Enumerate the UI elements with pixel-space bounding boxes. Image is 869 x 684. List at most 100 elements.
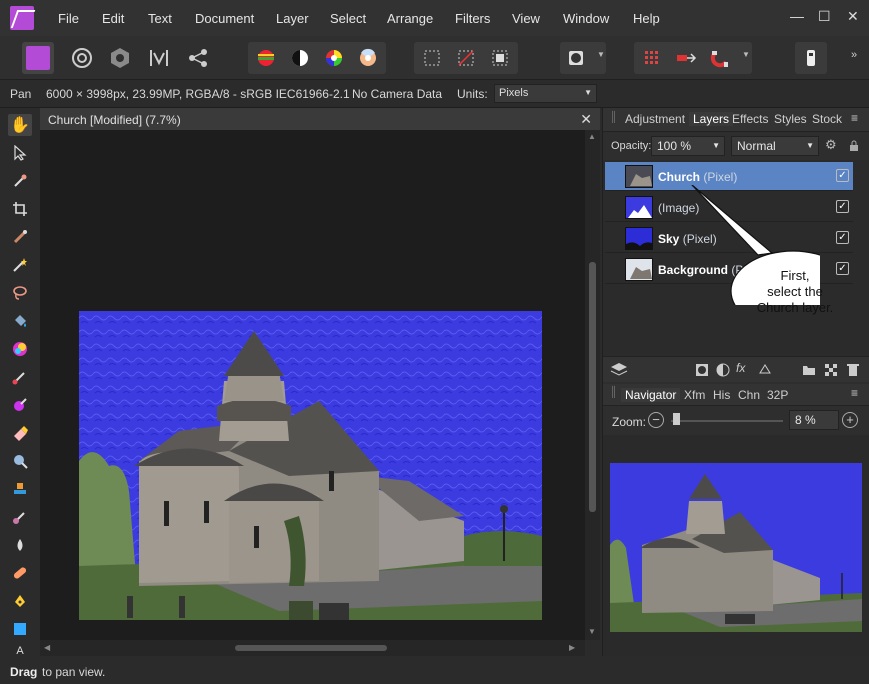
blur-brush-tool[interactable] [8, 534, 32, 556]
close-window-button[interactable]: ✕ [847, 8, 859, 25]
layer-visibility-checkbox[interactable]: ✓ [836, 169, 849, 182]
inpainting-brush-tool[interactable] [8, 562, 32, 584]
zoom-field[interactable]: 8 % [789, 410, 839, 430]
color-picker-tool[interactable] [8, 170, 32, 192]
quick-mask-button[interactable] [560, 42, 592, 74]
snapping-grid-button[interactable] [636, 42, 668, 74]
rectangle-tool[interactable] [8, 618, 32, 640]
erase-brush-tool[interactable] [8, 422, 32, 444]
smudge-brush-tool[interactable] [8, 506, 32, 528]
trash-icon[interactable] [847, 363, 859, 377]
deselect-button[interactable] [450, 42, 482, 74]
force-pixel-alignment-button[interactable] [670, 42, 702, 74]
hsl-button[interactable] [318, 42, 350, 74]
zoom-out-button[interactable]: − [648, 412, 664, 428]
menu-window[interactable]: Window [563, 11, 609, 26]
horizontal-scroll-thumb[interactable] [235, 645, 387, 651]
color-replacement-tool[interactable] [8, 394, 32, 416]
paint-brush-tool[interactable] [8, 366, 32, 388]
tab-layers[interactable]: Layers [689, 112, 734, 126]
gradient-tool[interactable] [8, 338, 32, 360]
toolbar-overflow-icon[interactable]: » [851, 49, 857, 61]
tab-channels[interactable]: Chn [738, 388, 760, 402]
menu-text[interactable]: Text [148, 11, 172, 26]
gear-icon[interactable]: ⚙ [825, 137, 837, 153]
tone-mapping-persona-button[interactable] [143, 42, 175, 74]
scroll-left-icon[interactable]: ◀ [44, 643, 50, 652]
mask-layer-icon[interactable] [695, 363, 709, 377]
panel-menu-icon[interactable]: ≡ [851, 386, 858, 400]
tab-adjustment[interactable]: Adjustment [625, 112, 685, 126]
assistant-button[interactable] [795, 42, 827, 74]
flood-fill-tool[interactable] [8, 310, 32, 332]
blend-mode-dropdown[interactable]: Normal ▼ [731, 136, 819, 156]
minimize-button[interactable]: — [790, 8, 804, 24]
menu-filters[interactable]: Filters [455, 11, 490, 26]
document-tab[interactable]: Church [Modified] (7.7%) ✕ [40, 108, 600, 130]
scroll-up-icon[interactable]: ▲ [588, 132, 596, 141]
tab-history[interactable]: His [713, 388, 730, 402]
white-balance-button[interactable] [352, 42, 384, 74]
units-dropdown[interactable]: Pixels ▼ [494, 84, 597, 103]
vertical-scroll-thumb[interactable] [589, 262, 596, 512]
tab-stock[interactable]: Stock [812, 112, 842, 126]
panel-menu-icon[interactable]: ≡ [851, 111, 858, 125]
view-tool[interactable]: ✋ [8, 114, 32, 136]
flood-select-tool[interactable] [8, 254, 32, 276]
invert-selection-button[interactable] [484, 42, 516, 74]
clone-brush-tool[interactable] [8, 478, 32, 500]
maximize-button[interactable]: ☐ [818, 8, 831, 25]
tab-effects[interactable]: Effects [732, 112, 768, 126]
tab-32bit-preview[interactable]: 32P [767, 388, 788, 402]
export-persona-button[interactable] [182, 42, 214, 74]
menu-file[interactable]: File [58, 11, 79, 26]
fx-icon[interactable]: fx [736, 361, 745, 375]
layers-stack-icon[interactable] [609, 362, 629, 378]
panel-grip-icon[interactable]: ║ [610, 387, 617, 398]
zoom-slider[interactable] [671, 420, 783, 422]
selection-brush-tool[interactable] [8, 226, 32, 248]
menu-arrange[interactable]: Arrange [387, 11, 433, 26]
crop-tool[interactable] [8, 198, 32, 220]
affinity-logo-icon[interactable] [10, 6, 34, 30]
folder-icon[interactable] [802, 364, 816, 376]
scroll-right-icon[interactable]: ▶ [569, 643, 575, 652]
new-pixel-layer-icon[interactable] [825, 364, 837, 376]
chevron-down-icon[interactable]: ▼ [742, 50, 750, 59]
chevron-down-icon[interactable]: ▼ [597, 50, 605, 59]
levels-button[interactable] [250, 42, 282, 74]
navigator-thumbnail[interactable] [610, 463, 862, 632]
menu-layer[interactable]: Layer [276, 11, 309, 26]
menu-view[interactable]: View [512, 11, 540, 26]
layer-visibility-checkbox[interactable]: ✓ [836, 231, 849, 244]
scroll-down-icon[interactable]: ▼ [588, 627, 596, 636]
develop-persona-button[interactable] [104, 42, 136, 74]
horizontal-scrollbar[interactable]: ◀ ▶ [40, 640, 585, 656]
menu-help[interactable]: Help [633, 11, 660, 26]
menu-select[interactable]: Select [330, 11, 366, 26]
menu-edit[interactable]: Edit [102, 11, 124, 26]
select-all-button[interactable] [416, 42, 448, 74]
photo-persona-button[interactable] [22, 42, 54, 74]
move-tool[interactable] [8, 142, 32, 164]
zoom-in-button[interactable]: + [842, 412, 858, 428]
tab-styles[interactable]: Styles [774, 112, 807, 126]
dodge-brush-tool[interactable] [8, 450, 32, 472]
liquify-persona-button[interactable] [66, 42, 98, 74]
close-document-icon[interactable]: ✕ [580, 111, 592, 128]
tab-navigator[interactable]: Navigator [621, 388, 681, 402]
lock-icon[interactable] [849, 140, 859, 152]
adjustment-layer-icon[interactable] [716, 363, 730, 377]
canvas[interactable] [40, 130, 585, 640]
pen-tool[interactable] [8, 590, 32, 612]
tab-transform[interactable]: Xfm [684, 388, 705, 402]
vertical-scrollbar[interactable]: ▲ ▼ [585, 130, 600, 640]
zoom-slider-handle[interactable] [673, 413, 680, 425]
opacity-field[interactable]: 100 % ▼ [651, 136, 725, 156]
panel-grip-icon[interactable]: ║ [610, 112, 617, 123]
freehand-selection-tool[interactable] [8, 282, 32, 304]
black-white-button[interactable] [284, 42, 316, 74]
text-tool[interactable]: A [8, 645, 32, 657]
menu-document[interactable]: Document [195, 11, 254, 26]
live-filter-icon[interactable] [758, 363, 772, 377]
